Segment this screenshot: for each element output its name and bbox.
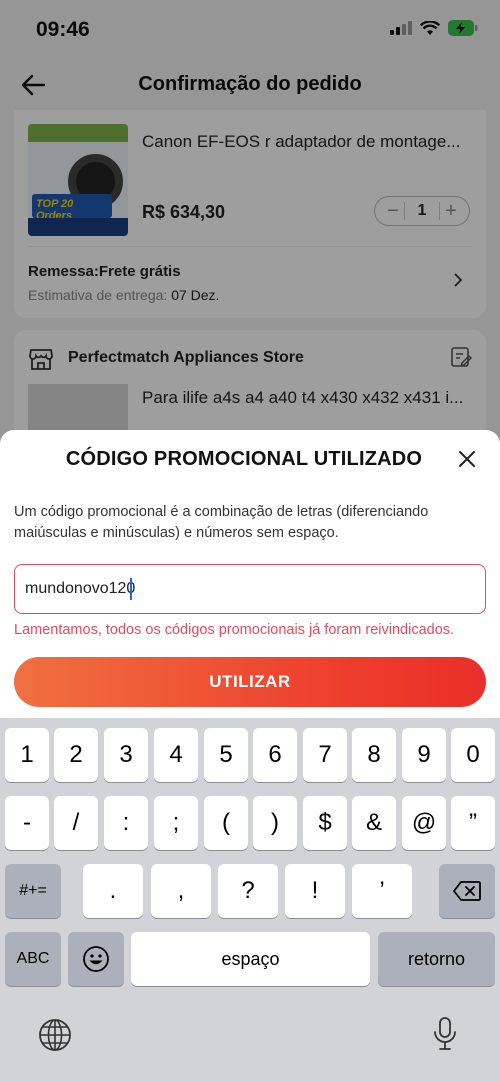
- key-3[interactable]: 3: [104, 728, 148, 782]
- key-at[interactable]: @: [402, 796, 446, 850]
- key-semicolon[interactable]: ;: [154, 796, 198, 850]
- key-quote[interactable]: ”: [451, 796, 495, 850]
- return-key[interactable]: retorno: [378, 932, 495, 986]
- key-close-paren[interactable]: ): [253, 796, 297, 850]
- key-1[interactable]: 1: [5, 728, 49, 782]
- apply-promo-button[interactable]: UTILIZAR: [14, 657, 486, 707]
- backspace-key[interactable]: [439, 864, 495, 918]
- key-6[interactable]: 6: [253, 728, 297, 782]
- key-8[interactable]: 8: [352, 728, 396, 782]
- key-5[interactable]: 5: [204, 728, 248, 782]
- key-period[interactable]: .: [83, 864, 143, 918]
- keyboard: 1 2 3 4 5 6 7 8 9 0 - / : ; ( ) $ & @ ” …: [0, 718, 500, 1082]
- sheet-description: Um código promocional é a combinação de …: [14, 504, 429, 541]
- key-apostrophe[interactable]: ’: [352, 864, 412, 918]
- text-caret: [130, 578, 132, 600]
- symbols-key[interactable]: #+=: [5, 864, 61, 918]
- key-4[interactable]: 4: [154, 728, 198, 782]
- emoji-key[interactable]: [68, 932, 124, 986]
- key-colon[interactable]: :: [104, 796, 148, 850]
- key-question[interactable]: ?: [218, 864, 278, 918]
- microphone-icon[interactable]: [432, 1016, 458, 1052]
- key-2[interactable]: 2: [54, 728, 98, 782]
- abc-key[interactable]: ABC: [5, 932, 61, 986]
- key-hyphen[interactable]: -: [5, 796, 49, 850]
- promo-code-input[interactable]: [14, 564, 486, 614]
- key-7[interactable]: 7: [303, 728, 347, 782]
- key-0[interactable]: 0: [451, 728, 495, 782]
- key-9[interactable]: 9: [402, 728, 446, 782]
- key-open-paren[interactable]: (: [204, 796, 248, 850]
- key-ampersand[interactable]: &: [352, 796, 396, 850]
- close-icon[interactable]: [456, 448, 478, 470]
- promo-code-sheet: CÓDIGO PROMOCIONAL UTILIZADO Um código p…: [0, 430, 500, 720]
- sheet-title: CÓDIGO PROMOCIONAL UTILIZADO: [65, 448, 423, 470]
- space-key[interactable]: espaço: [131, 932, 370, 986]
- emoji-icon: [83, 946, 109, 972]
- key-comma[interactable]: ,: [151, 864, 211, 918]
- backspace-icon: [453, 881, 481, 901]
- key-slash[interactable]: /: [54, 796, 98, 850]
- globe-icon[interactable]: [38, 1018, 72, 1052]
- error-message: Lamentamos, todos os códigos promocionai…: [14, 622, 455, 638]
- key-dollar[interactable]: $: [303, 796, 347, 850]
- key-exclamation[interactable]: !: [285, 864, 345, 918]
